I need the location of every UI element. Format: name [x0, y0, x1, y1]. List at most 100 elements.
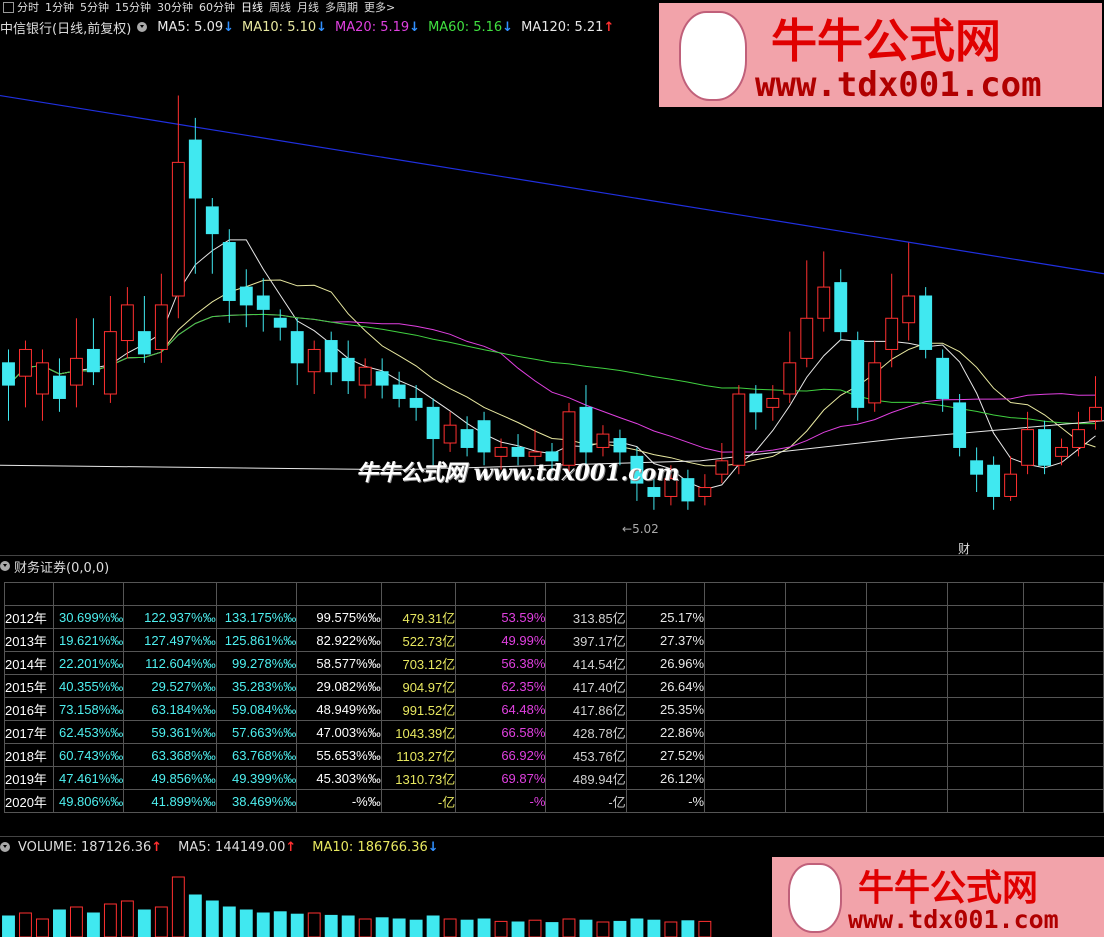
candle	[715, 460, 729, 475]
table-cell: 29.082%‰	[296, 674, 382, 698]
volume-bar	[341, 915, 355, 937]
candle	[1021, 429, 1035, 466]
table-cell: 47.003%‰	[296, 720, 382, 744]
ma-label: MA120: 5.21↑	[521, 19, 615, 35]
table-cell: 40.355%‰	[52, 674, 125, 698]
stock-title: 中信银行(日线,前复权)	[0, 21, 132, 37]
table-cell: 38.469%‰	[215, 789, 298, 813]
volume-bar	[562, 918, 576, 937]
table-cell: 26.96%	[625, 651, 706, 675]
volume-bar	[2, 915, 15, 937]
candle	[698, 487, 712, 497]
chart-header: 中信银行(日线,前复权) MA5: 5.09↓ MA10: 5.10↓ MA20: …	[0, 18, 622, 37]
candle	[613, 438, 627, 453]
chevron-down-icon[interactable]	[137, 22, 148, 32]
panel-toggle-icon[interactable]	[3, 1, 14, 13]
center-watermark: 牛牛公式网 www.tdx001.com	[356, 460, 680, 486]
candle	[2, 362, 15, 386]
period-tab[interactable]: 分时	[17, 0, 39, 15]
arrow-up-icon: ↑	[603, 19, 615, 35]
candle	[290, 331, 304, 364]
table-cell: 1043.39亿	[380, 720, 457, 744]
table-cell: 703.12亿	[380, 651, 457, 675]
table-cell: 904.97亿	[380, 674, 457, 698]
period-tab[interactable]: 多周期	[325, 0, 358, 15]
candle	[36, 362, 49, 395]
year-cell: 2019年	[4, 766, 54, 790]
arrow-down-icon: ↓	[316, 19, 328, 35]
chevron-down-icon[interactable]	[0, 561, 10, 571]
candle	[273, 317, 287, 328]
candle	[800, 317, 814, 359]
volume-bar	[528, 919, 542, 937]
period-tab[interactable]: 15分钟	[115, 0, 151, 15]
watermark-url: www.tdx001.com	[755, 65, 1042, 105]
candle	[817, 286, 831, 319]
candle	[69, 357, 83, 386]
volume-bar	[290, 913, 304, 937]
low-price-label: ←5.02	[622, 522, 659, 536]
table-cell: 64.48%	[455, 697, 547, 721]
table-cell: 479.31亿	[380, 605, 457, 629]
table-row: 2020年 49.806%‰ 41.899%‰ 38.469%‰ -%‰ -亿 -% -亿 -%	[4, 789, 1104, 813]
candle	[358, 366, 372, 386]
candle	[596, 433, 610, 448]
period-tab[interactable]: 1分钟	[45, 0, 74, 15]
period-tab[interactable]: 周线	[269, 0, 291, 15]
table-cell: 56.38%	[455, 651, 547, 675]
table-cell: 1103.27亿	[380, 743, 457, 767]
year-cell: 2018年	[4, 743, 54, 767]
candle	[987, 464, 1001, 497]
candle	[970, 460, 984, 475]
volume-bar	[36, 918, 49, 937]
volume-bar	[171, 876, 185, 937]
candle	[137, 331, 151, 355]
candle	[222, 242, 236, 301]
candle	[103, 331, 117, 395]
candle	[171, 161, 185, 297]
table-cell: 69.87%	[455, 766, 547, 790]
volume-bar	[647, 919, 661, 937]
volume-bar	[630, 918, 644, 937]
table-cell: 62.453%‰	[52, 720, 125, 744]
table-row: 2016年 73.158%‰ 63.184%‰ 59.084%‰ 48.949%‰ 991…	[4, 697, 1104, 721]
table-cell: 30.699%‰	[52, 605, 125, 629]
period-tab[interactable]: 5分钟	[80, 0, 109, 15]
table-row: 2017年 62.453%‰ 59.361%‰ 57.663%‰ 47.003%‰ 104…	[4, 720, 1104, 744]
table-cell: 417.40亿	[545, 674, 627, 698]
table-cell: 27.52%	[625, 743, 706, 767]
table-cell: 414.54亿	[545, 651, 627, 675]
candle	[936, 357, 950, 399]
volume-bar	[222, 906, 236, 937]
table-cell: -%	[625, 789, 706, 813]
table-cell: 49.399%‰	[215, 766, 298, 790]
table-cell: 112.604%‰	[123, 651, 217, 675]
volume-bar	[239, 909, 253, 937]
candle	[868, 362, 882, 404]
cow-logo-icon	[679, 11, 747, 101]
period-tab[interactable]: 日线	[241, 0, 263, 15]
volume-bar	[120, 900, 134, 937]
table-cell: 22.86%	[625, 720, 706, 744]
period-tab[interactable]: 60分钟	[199, 0, 235, 15]
table-cell: 63.768%‰	[215, 743, 298, 767]
candle	[256, 295, 270, 310]
period-tab[interactable]: 30分钟	[157, 0, 193, 15]
volume-bar	[511, 921, 525, 937]
volume-bar	[664, 921, 678, 937]
panel-divider	[0, 836, 1104, 837]
volume-bar	[392, 918, 406, 937]
candle	[953, 402, 967, 448]
table-cell: 417.86亿	[545, 697, 627, 721]
volume-bar	[426, 915, 440, 937]
candle	[426, 406, 440, 440]
volume-bar	[477, 918, 491, 937]
period-tab[interactable]: 月线	[297, 0, 319, 15]
candle	[324, 340, 338, 373]
volume-bar	[53, 909, 66, 937]
candle	[307, 348, 321, 373]
year-cell: 2020年	[4, 789, 54, 813]
chevron-down-icon[interactable]	[0, 842, 10, 852]
year-cell: 2013年	[4, 628, 54, 652]
period-tab[interactable]: 更多>	[364, 0, 395, 15]
